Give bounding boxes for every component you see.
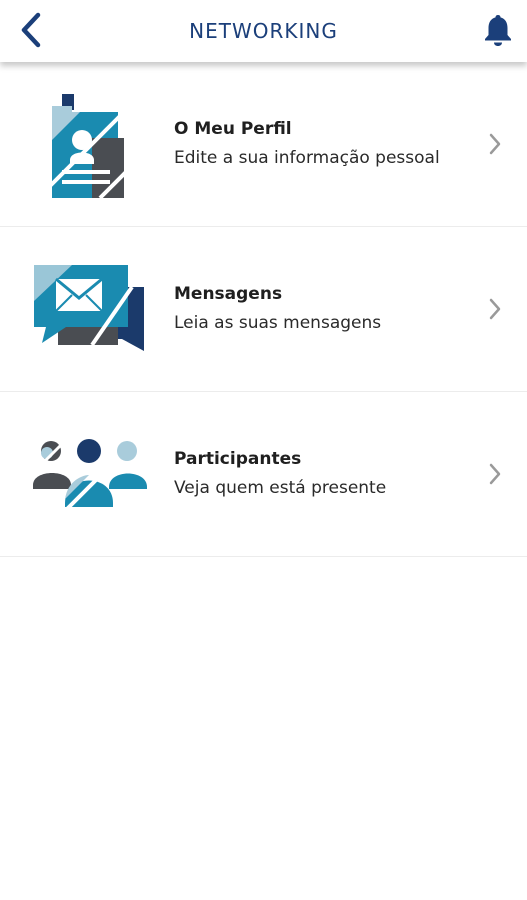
menu-item-text: Mensagens Leia as suas mensagens bbox=[174, 280, 477, 338]
messages-icon bbox=[34, 265, 144, 351]
menu-item-messages[interactable]: Mensagens Leia as suas mensagens bbox=[0, 227, 527, 392]
menu-item-participants[interactable]: Participantes Veja quem está presente bbox=[0, 392, 527, 557]
networking-menu: O Meu Perfil Edite a sua informação pess… bbox=[0, 62, 527, 557]
menu-item-title: Participantes bbox=[174, 449, 302, 469]
app-header: NETWORKING bbox=[0, 0, 527, 62]
menu-item-subtitle: Leia as suas mensagens bbox=[174, 313, 382, 333]
menu-item-subtitle: Veja quem está presente bbox=[174, 478, 387, 498]
profile-badge-icon bbox=[42, 94, 134, 200]
messages-icon-container bbox=[30, 249, 150, 369]
participants-icon-container bbox=[30, 414, 150, 534]
menu-item-subtitle: Edite a sua informação pessoal bbox=[174, 148, 440, 168]
menu-item-text: O Meu Perfil Edite a sua informação pess… bbox=[174, 115, 477, 173]
menu-item-title: O Meu Perfil bbox=[174, 119, 292, 139]
profile-icon-container bbox=[30, 84, 150, 204]
participants-icon bbox=[33, 439, 147, 509]
page-title: NETWORKING bbox=[189, 19, 338, 43]
menu-item-profile[interactable]: O Meu Perfil Edite a sua informação pess… bbox=[0, 62, 527, 227]
menu-item-text: Participantes Veja quem está presente bbox=[174, 445, 477, 503]
chevron-right-icon bbox=[487, 462, 503, 486]
menu-item-title: Mensagens bbox=[174, 284, 283, 304]
notifications-button[interactable] bbox=[481, 10, 515, 50]
bell-icon bbox=[485, 15, 511, 46]
chevron-right-icon bbox=[487, 297, 503, 321]
chevron-right-icon bbox=[487, 132, 503, 156]
